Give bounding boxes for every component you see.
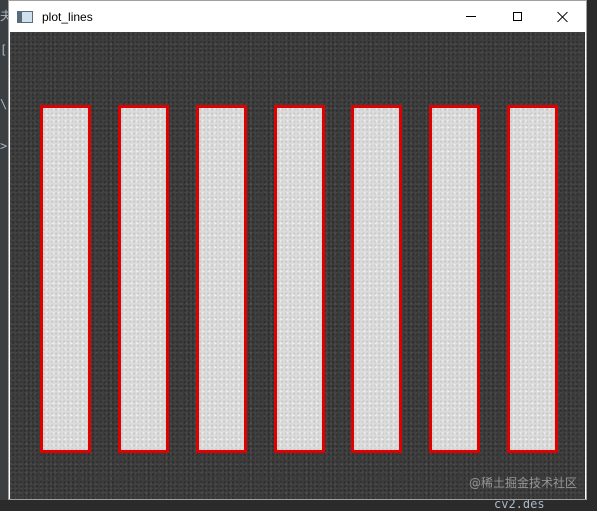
crosswalk-stripe — [351, 105, 402, 453]
crosswalk-stripe — [118, 105, 169, 453]
background-editor-char: [ — [0, 43, 8, 57]
background-editor-left — [0, 0, 8, 510]
background-editor-char: > — [0, 139, 8, 153]
minimize-icon — [466, 16, 476, 17]
watermark: @稀土掘金技术社区 — [468, 476, 577, 490]
crosswalk-stripe — [507, 105, 558, 453]
background-editor-right — [587, 0, 597, 510]
minimize-button[interactable] — [448, 1, 494, 32]
window-controls — [448, 1, 586, 32]
crosswalk-stripe — [274, 105, 325, 453]
crosswalk-stripe — [40, 105, 91, 453]
background-editor-char: \ — [0, 97, 8, 111]
maximize-icon — [512, 12, 522, 21]
title-bar[interactable]: plot_lines — [9, 1, 586, 32]
crosswalk-stripe — [429, 105, 480, 453]
close-icon — [557, 11, 569, 23]
window-title: plot_lines — [42, 9, 93, 24]
maximize-button[interactable] — [494, 1, 540, 32]
window-app-icon — [17, 10, 33, 23]
close-button[interactable] — [540, 1, 586, 32]
opencv-window: plot_lines @稀土掘金技术社区 — [8, 0, 587, 500]
image-canvas: @稀土掘金技术社区 — [10, 32, 585, 499]
crosswalk-stripe — [196, 105, 247, 453]
